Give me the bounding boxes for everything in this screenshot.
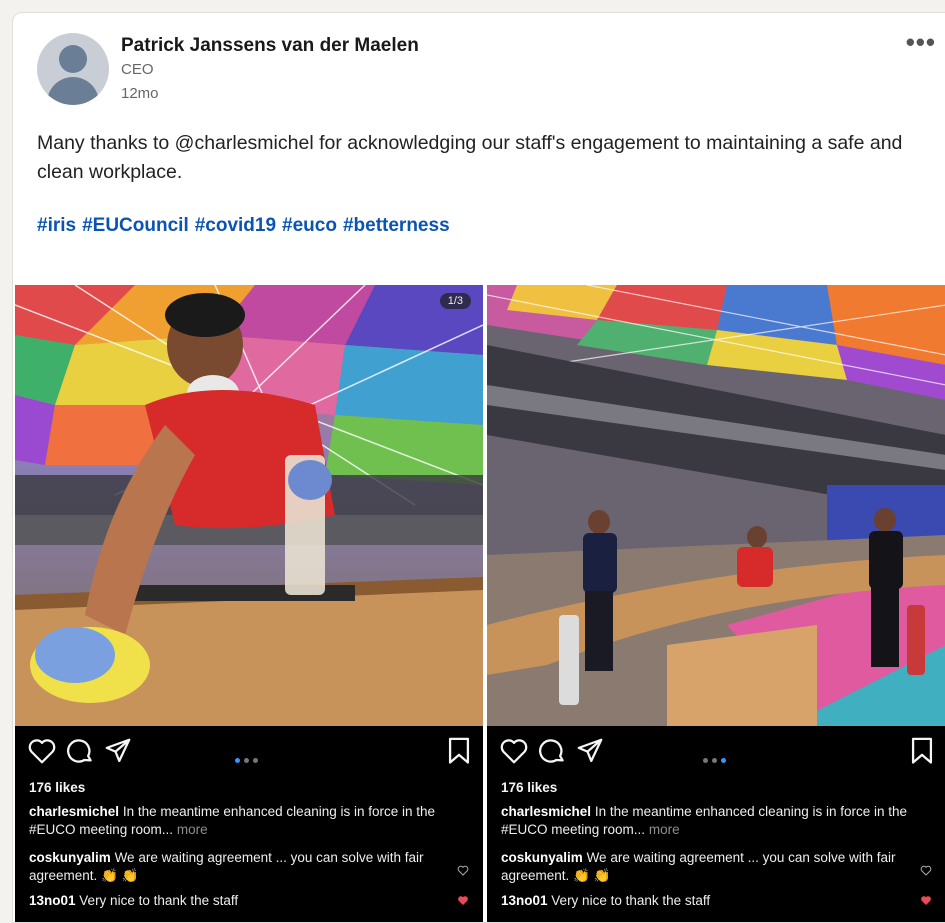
comment-like-icon[interactable] bbox=[457, 865, 469, 876]
post-time: 12mo bbox=[121, 85, 159, 102]
caption: charlesmichel In the meantime enhanced c… bbox=[29, 803, 449, 839]
comment-user[interactable]: 13no01 bbox=[29, 893, 76, 908]
caption: charlesmichel In the meantime enhanced c… bbox=[501, 803, 921, 839]
author-headline: CEO bbox=[121, 61, 154, 78]
likes-count[interactable]: 176 likes bbox=[29, 780, 85, 795]
carousel-dots bbox=[235, 750, 262, 768]
carousel-counter: 1/3 bbox=[439, 293, 471, 309]
carousel-dots bbox=[702, 750, 730, 768]
post-photo-cleaning-desk[interactable]: 1/3 bbox=[15, 285, 483, 726]
hashtag-link[interactable]: #betterness bbox=[343, 215, 450, 236]
hashtag-link[interactable]: #EUCouncil bbox=[82, 215, 189, 236]
share-icon[interactable] bbox=[103, 737, 133, 765]
action-bar bbox=[27, 737, 471, 767]
comment-user[interactable]: 13no01 bbox=[501, 893, 548, 908]
comment: 13no01 Very nice to thank the staff bbox=[501, 892, 921, 910]
hashtag-list: #iris #EUCouncil #covid19 #euco #betterness bbox=[37, 215, 456, 237]
heart-icon[interactable] bbox=[499, 737, 529, 765]
caption-user[interactable]: charlesmichel bbox=[29, 804, 119, 819]
comment-user[interactable]: coskunyalim bbox=[29, 850, 111, 865]
comment-like-icon[interactable] bbox=[920, 865, 932, 876]
hashtag-link[interactable]: #covid19 bbox=[195, 215, 276, 236]
comment: 13no01 Very nice to thank the staff bbox=[29, 892, 449, 910]
caption-more-link[interactable]: more bbox=[177, 822, 208, 837]
comment-icon[interactable] bbox=[65, 737, 95, 765]
share-icon[interactable] bbox=[575, 737, 605, 765]
heart-icon[interactable] bbox=[27, 737, 57, 765]
likes-count[interactable]: 176 likes bbox=[501, 780, 557, 795]
bookmark-icon[interactable] bbox=[447, 737, 471, 765]
caption-more-link[interactable]: more bbox=[649, 822, 680, 837]
more-icon[interactable]: ••• bbox=[906, 27, 936, 58]
comment: coskunyalim We are waiting agreement ...… bbox=[501, 849, 921, 885]
author-avatar[interactable] bbox=[37, 33, 109, 105]
comment-text: Very nice to thank the staff bbox=[79, 893, 239, 908]
bookmark-icon[interactable] bbox=[910, 737, 934, 765]
post-card: Patrick Janssens van der Maelen CEO 12mo… bbox=[12, 12, 945, 923]
instagram-embed-left: 1/3 176 likes charlesmichel In the meant… bbox=[15, 285, 483, 922]
caption-user[interactable]: charlesmichel bbox=[501, 804, 591, 819]
comment-liked-icon[interactable] bbox=[920, 895, 932, 906]
comment-text: Very nice to thank the staff bbox=[551, 893, 711, 908]
post-text: Many thanks to @charlesmichel for acknow… bbox=[37, 132, 903, 183]
comment-liked-icon[interactable] bbox=[457, 895, 469, 906]
post-photo-meeting-room[interactable] bbox=[487, 285, 945, 726]
author-name[interactable]: Patrick Janssens van der Maelen bbox=[121, 35, 419, 57]
comment-user[interactable]: coskunyalim bbox=[501, 850, 583, 865]
instagram-embed-right: 176 likes charlesmichel In the meantime … bbox=[487, 285, 945, 922]
comment-icon[interactable] bbox=[537, 737, 567, 765]
action-bar bbox=[499, 737, 934, 767]
comment: coskunyalim We are waiting agreement ...… bbox=[29, 849, 449, 885]
hashtag-link[interactable]: #euco bbox=[282, 215, 337, 236]
hashtag-link[interactable]: #iris bbox=[37, 215, 76, 236]
